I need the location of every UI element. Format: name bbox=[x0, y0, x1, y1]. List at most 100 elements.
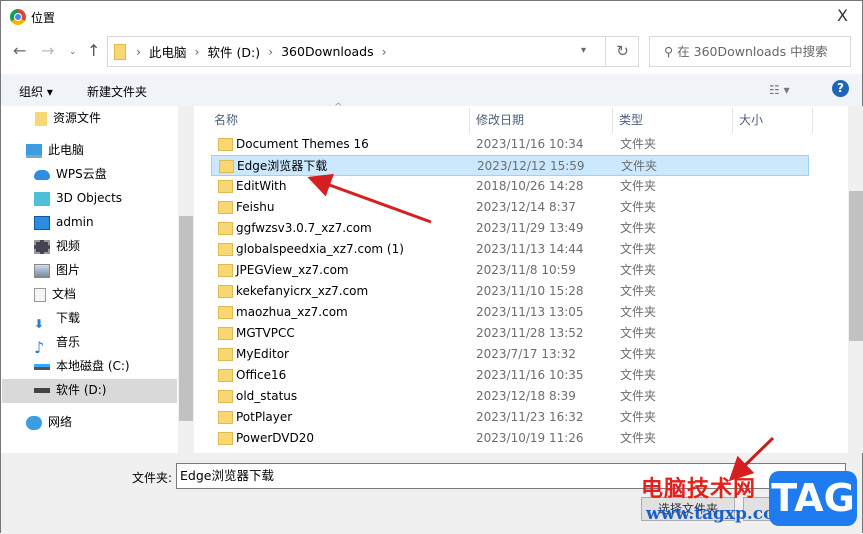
folder-icon bbox=[114, 43, 126, 60]
sidebar-item-pictures[interactable]: 图片 bbox=[34, 258, 80, 282]
watermark-site-name: 电脑技术网 bbox=[641, 477, 757, 502]
sidebar-item-this-pc[interactable]: 此电脑 bbox=[26, 138, 84, 162]
file-row[interactable]: ggfwzsv3.0.7_xz7.com 2023/11/29 13:49 文件夹 bbox=[211, 218, 809, 239]
file-row[interactable]: Office16 2023/11/16 10:35 文件夹 bbox=[211, 365, 809, 386]
sidebar-item-drive-c[interactable]: 本地磁盘 (C:) bbox=[34, 354, 130, 378]
address-dropdown-icon[interactable]: ▾ bbox=[581, 45, 586, 56]
file-row[interactable]: kekefanyicrx_xz7.com 2023/11/10 15:28 文件夹 bbox=[211, 281, 809, 302]
sidebar-scrollbar[interactable] bbox=[178, 106, 194, 453]
cloud-icon bbox=[34, 169, 50, 180]
folder-icon bbox=[218, 327, 233, 340]
organize-menu[interactable]: 组织 ▾ bbox=[19, 83, 53, 100]
breadcrumb-drive-d[interactable]: 软件 (D:) bbox=[208, 42, 261, 61]
file-row[interactable]: EditWith 2018/10/26 14:28 文件夹 bbox=[211, 176, 809, 197]
help-button[interactable]: ? bbox=[832, 80, 849, 97]
column-header-date[interactable]: 修改日期 bbox=[470, 108, 613, 133]
file-row[interactable]: JPEGView_xz7.com 2023/11/8 10:59 文件夹 bbox=[211, 260, 809, 281]
file-type: 文件夹 bbox=[621, 159, 658, 173]
file-date: 2023/12/18 8:39 bbox=[476, 389, 576, 403]
file-date: 2023/11/16 10:35 bbox=[476, 368, 584, 382]
file-row[interactable]: MGTVPCC 2023/11/28 13:52 文件夹 bbox=[211, 323, 809, 344]
file-date: 2023/11/28 13:52 bbox=[476, 326, 584, 340]
close-button[interactable]: X bbox=[837, 6, 848, 25]
sidebar-item-network[interactable]: 网络 bbox=[26, 410, 72, 434]
folder-icon bbox=[218, 348, 233, 361]
sidebar-item-wps-cloud[interactable]: WPS云盘 bbox=[34, 162, 107, 186]
sort-ascending-icon: ^ bbox=[334, 102, 343, 113]
sidebar-item-resources[interactable]: 资源文件 bbox=[35, 106, 101, 130]
refresh-button[interactable]: ↻ bbox=[605, 36, 639, 67]
file-list-scrollbar[interactable] bbox=[848, 106, 863, 453]
search-input[interactable]: ⚲ 在 360Downloads 中搜索 bbox=[649, 36, 851, 67]
folder-icon bbox=[219, 160, 234, 173]
file-date: 2023/11/10 15:28 bbox=[476, 284, 584, 298]
folder-icon bbox=[218, 411, 233, 424]
file-date: 2023/12/12 15:59 bbox=[477, 159, 585, 173]
folder-picker-dialog: 位置 X ← → ⌄ ↑ › 此电脑 › 软件 (D:) › 360Download… bbox=[0, 0, 863, 534]
file-row[interactable]: PowerDVD20 2023/10/19 11:26 文件夹 bbox=[211, 428, 809, 449]
file-date: 2023/11/13 14:44 bbox=[476, 242, 584, 256]
window-title: 位置 bbox=[31, 11, 56, 25]
file-type: 文件夹 bbox=[620, 410, 657, 424]
picture-icon bbox=[34, 263, 50, 278]
file-name: MGTVPCC bbox=[236, 326, 295, 340]
file-row[interactable]: MyEditor 2023/7/17 13:32 文件夹 bbox=[211, 344, 809, 365]
file-name: JPEGView_xz7.com bbox=[236, 263, 349, 277]
file-type: 文件夹 bbox=[620, 305, 657, 319]
folder-icon bbox=[218, 432, 233, 445]
sidebar-item-admin[interactable]: admin bbox=[34, 210, 94, 234]
file-type: 文件夹 bbox=[620, 389, 657, 403]
file-name: kekefanyicrx_xz7.com bbox=[236, 284, 369, 298]
file-row[interactable]: maozhua_xz7.com 2023/11/13 13:05 文件夹 bbox=[211, 302, 809, 323]
column-header-size[interactable]: 大小 bbox=[733, 108, 813, 133]
file-name: ggfwzsv3.0.7_xz7.com bbox=[236, 221, 372, 235]
folder-icon bbox=[218, 285, 233, 298]
breadcrumb-this-pc[interactable]: 此电脑 bbox=[149, 42, 187, 61]
address-bar[interactable]: › 此电脑 › 软件 (D:) › 360Downloads › bbox=[107, 36, 639, 67]
drive-icon bbox=[34, 388, 50, 393]
file-row[interactable]: Feishu 2023/12/14 8:37 文件夹 bbox=[211, 197, 809, 218]
sidebar-item-music[interactable]: ♪ 音乐 bbox=[34, 330, 80, 357]
file-date: 2018/10/26 14:28 bbox=[476, 179, 584, 193]
file-row[interactable]: Edge浏览器下载 2023/12/12 15:59 文件夹 bbox=[211, 155, 809, 176]
file-type: 文件夹 bbox=[620, 137, 657, 151]
back-arrow-icon[interactable]: ← bbox=[13, 41, 26, 60]
file-type: 文件夹 bbox=[620, 431, 657, 445]
file-name: EditWith bbox=[236, 179, 287, 193]
file-row[interactable]: old_status 2023/12/18 8:39 文件夹 bbox=[211, 386, 809, 407]
file-date: 2023/7/17 13:32 bbox=[476, 347, 576, 361]
file-row[interactable]: globalspeedxia_xz7.com (1) 2023/11/13 14:… bbox=[211, 239, 809, 260]
title-bar: 位置 X bbox=[1, 1, 862, 33]
column-header-type[interactable]: 类型 bbox=[613, 108, 733, 133]
file-name: Edge浏览器下载 bbox=[237, 159, 328, 173]
folder-label: 文件夹: bbox=[132, 471, 173, 485]
desktop-icon bbox=[34, 215, 50, 230]
folder-icon bbox=[218, 264, 233, 277]
file-name: PotPlayer bbox=[236, 410, 293, 424]
file-row[interactable]: Document Themes 16 2023/11/16 10:34 文件夹 bbox=[211, 134, 809, 155]
file-date: 2023/11/13 13:05 bbox=[476, 305, 584, 319]
file-type: 文件夹 bbox=[620, 368, 657, 382]
sidebar-item-documents[interactable]: 文档 bbox=[34, 282, 76, 306]
recent-dropdown-icon[interactable]: ⌄ bbox=[69, 47, 77, 57]
drive-icon bbox=[34, 363, 50, 370]
breadcrumb-360downloads[interactable]: 360Downloads bbox=[281, 44, 374, 59]
sidebar-item-downloads[interactable]: ⬇ 下载 bbox=[34, 306, 80, 331]
sidebar-item-3d-objects[interactable]: 3D Objects bbox=[34, 186, 122, 210]
scrollbar-thumb[interactable] bbox=[179, 216, 193, 421]
folder-icon bbox=[218, 243, 233, 256]
file-row[interactable]: PotPlayer 2023/11/23 16:32 文件夹 bbox=[211, 407, 809, 428]
file-type: 文件夹 bbox=[620, 221, 657, 235]
sidebar-item-drive-d[interactable]: 软件 (D:) bbox=[34, 378, 106, 402]
view-options-icon[interactable]: ☷ ▾ bbox=[769, 83, 790, 97]
file-type: 文件夹 bbox=[620, 284, 657, 298]
sidebar-item-videos[interactable]: 视频 bbox=[34, 234, 80, 258]
folder-icon bbox=[218, 222, 233, 235]
up-arrow-icon[interactable]: ↑ bbox=[87, 41, 100, 60]
toolbar: 组织 ▾ 新建文件夹 ☷ ▾ bbox=[1, 74, 862, 106]
download-icon: ⬇ bbox=[34, 316, 45, 331]
forward-arrow-icon[interactable]: → bbox=[41, 41, 54, 60]
music-icon: ♪ bbox=[34, 337, 45, 357]
scrollbar-thumb[interactable] bbox=[849, 191, 863, 341]
new-folder-button[interactable]: 新建文件夹 bbox=[87, 83, 147, 100]
